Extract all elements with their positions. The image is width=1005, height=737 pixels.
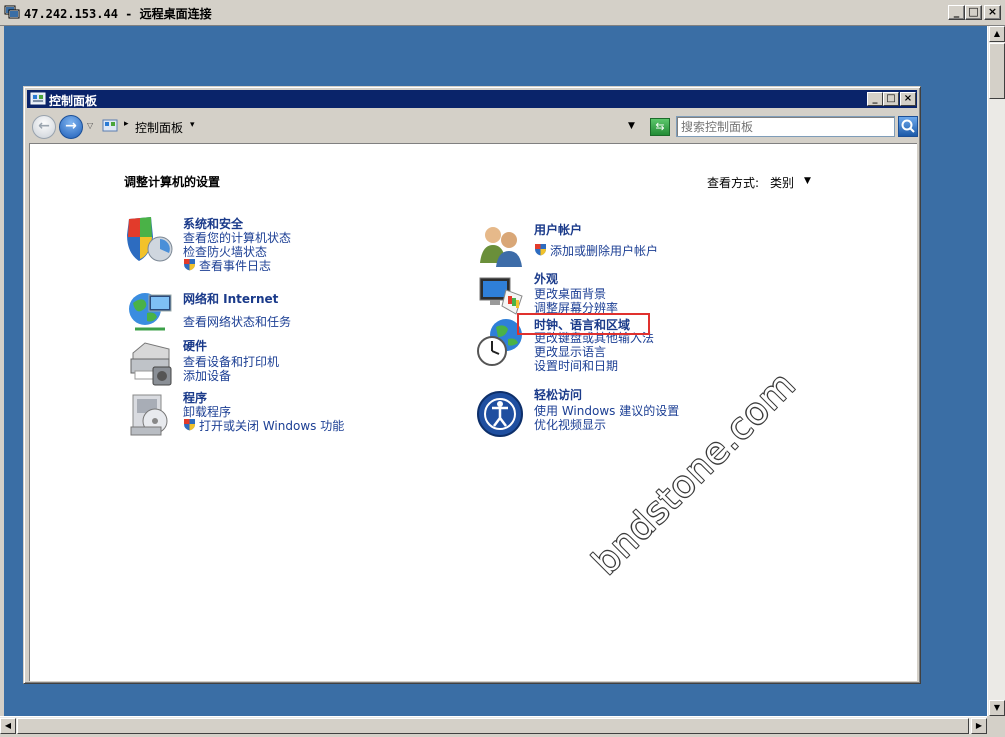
category-link[interactable]: 添加或删除用户帐户 <box>534 242 658 259</box>
system-security-icon <box>127 217 173 262</box>
search-box[interactable] <box>676 116 895 137</box>
category-link[interactable]: 设置时间和日期 <box>534 357 618 374</box>
uac-shield-icon <box>184 259 195 271</box>
category-appearance: 外观 更改桌面背景 调整屏幕分辨率 <box>476 270 776 315</box>
rdp-window-title: 47.242.153.44 - 远程桌面连接 <box>24 7 212 21</box>
forward-button[interactable]: → <box>59 115 83 139</box>
breadcrumb-control-panel[interactable]: 控制面板 <box>135 119 183 136</box>
view-by-chevron-icon[interactable]: ▼ <box>804 176 811 186</box>
address-bar[interactable]: ▸ 控制面板 ▾ ▼ <box>98 116 643 137</box>
maximize-button[interactable]: □ <box>883 92 899 106</box>
scroll-right-icon[interactable]: ▶ <box>971 718 987 734</box>
scroll-up-icon[interactable]: ▲ <box>989 26 1005 42</box>
highlight-annotation <box>517 313 650 335</box>
view-by-dropdown[interactable]: 类别 <box>770 174 794 191</box>
category-link[interactable]: 打开或关闭 Windows 功能 <box>183 417 344 434</box>
search-button[interactable] <box>898 116 918 137</box>
category-network-internet: 网络和 Internet 查看网络状态和任务 <box>125 287 445 337</box>
search-input[interactable] <box>681 119 891 135</box>
refresh-button[interactable]: ⇆ <box>650 118 670 136</box>
category-link-label: 打开或关闭 Windows 功能 <box>199 419 345 433</box>
rdp-titlebar: 47.242.153.44 - 远程桌面连接 _ □ × <box>0 0 1005 26</box>
horizontal-scrollbar[interactable]: ◀ ▶ <box>0 716 987 734</box>
control-panel-icon <box>102 119 118 132</box>
network-icon <box>129 293 172 331</box>
category-hardware: 硬件 查看设备和打印机 添加设备 <box>125 337 445 387</box>
page-title: 调整计算机的设置 <box>124 175 221 189</box>
category-link-label: 添加或删除用户帐户 <box>550 244 659 258</box>
back-button[interactable]: ← <box>32 115 56 139</box>
refresh-icon: ⇆ <box>655 120 665 133</box>
programs-icon <box>130 394 168 436</box>
scrollbar-corner <box>987 716 1005 737</box>
rdp-maximize-button[interactable]: □ <box>965 5 982 20</box>
vertical-scrollbar[interactable]: ▲ ▼ <box>987 26 1005 716</box>
control-panel-titlebar[interactable]: 控制面板 _ □ × <box>27 90 917 108</box>
category-title[interactable]: 硬件 <box>183 337 207 354</box>
users-icon <box>480 227 522 267</box>
history-dropdown-icon[interactable]: ▽ <box>87 121 93 130</box>
breadcrumb-separator-icon[interactable]: ▸ <box>124 119 129 129</box>
close-button[interactable]: × <box>900 92 916 106</box>
category-title[interactable]: 用户帐户 <box>534 221 582 238</box>
navigation-toolbar: ← → ▽ ▸ 控制面板 ▾ ▼ ⇆ <box>27 108 918 143</box>
printer-icon <box>130 342 172 386</box>
back-arrow-icon: ← <box>38 118 50 134</box>
scroll-left-icon[interactable]: ◀ <box>0 718 16 734</box>
view-by-label: 查看方式: <box>707 176 760 190</box>
category-user-accounts: 用户帐户 添加或删除用户帐户 <box>476 221 776 267</box>
search-icon <box>901 119 915 133</box>
category-programs: 程序 卸载程序 打开或关闭 Windows 功能 <box>125 389 445 439</box>
uac-shield-icon <box>535 244 546 256</box>
rdp-close-button[interactable]: × <box>984 5 1001 20</box>
uac-shield-icon <box>184 419 195 431</box>
control-panel-window: 控制面板 _ □ × ← → ▽ ▸ 控制面板 ▾ ▼ ⇆ 搜索控制面板 调整计… <box>23 86 921 684</box>
address-dropdown-icon[interactable]: ▼ <box>628 121 635 131</box>
vertical-scroll-thumb[interactable] <box>989 43 1005 99</box>
remote-desktop-icon <box>4 5 20 19</box>
category-link-label: 查看事件日志 <box>199 259 272 273</box>
category-link[interactable]: 查看事件日志 <box>183 257 271 274</box>
rdp-minimize-button[interactable]: _ <box>948 5 965 20</box>
control-panel-icon <box>30 92 46 105</box>
scroll-down-icon[interactable]: ▼ <box>989 700 1005 716</box>
minimize-button[interactable]: _ <box>867 92 883 106</box>
ease-of-access-icon <box>477 391 523 437</box>
control-panel-content: 调整计算机的设置 查看方式: 类别 ▼ 系统和安全 查看您的计算机状态 检查防火… <box>29 143 917 681</box>
horizontal-scroll-thumb[interactable] <box>17 718 969 734</box>
category-title[interactable]: 轻松访问 <box>534 386 582 403</box>
breadcrumb-chevron-icon[interactable]: ▾ <box>190 120 195 130</box>
forward-arrow-icon: → <box>65 118 77 134</box>
category-title[interactable]: 网络和 Internet <box>183 290 278 307</box>
category-link[interactable]: 查看网络状态和任务 <box>183 313 291 330</box>
category-system-security: 系统和安全 查看您的计算机状态 检查防火墙状态 查看事件日志 <box>125 215 445 275</box>
window-title: 控制面板 <box>49 94 98 108</box>
category-link[interactable]: 添加设备 <box>183 367 231 384</box>
category-link[interactable]: 优化视频显示 <box>534 416 606 433</box>
